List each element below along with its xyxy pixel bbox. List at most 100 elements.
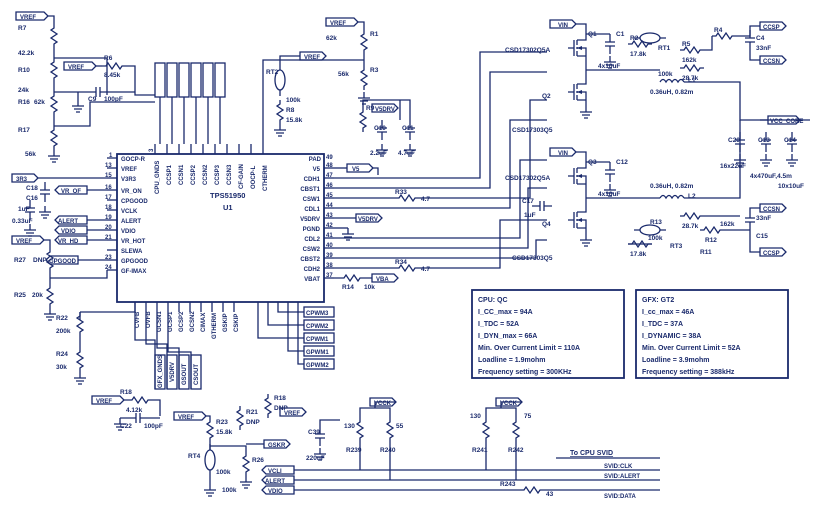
svg-text:VR_HOT: VR_HOT	[121, 239, 146, 245]
svg-text:130: 130	[344, 423, 355, 430]
svg-text:56k: 56k	[25, 151, 36, 158]
svg-text:ALERT: ALERT	[265, 479, 285, 485]
svg-text:C11: C11	[402, 125, 414, 132]
svg-text:4x10uF: 4x10uF	[598, 191, 620, 198]
svg-text:VREF: VREF	[178, 415, 194, 421]
svg-text:V3R3: V3R3	[121, 177, 137, 183]
svg-text:R10: R10	[18, 67, 30, 74]
svg-text:V5: V5	[313, 167, 321, 173]
svg-text:CSD17302Q5A: CSD17302Q5A	[505, 175, 550, 182]
svg-text:13: 13	[105, 163, 112, 169]
svg-text:CPWM2: CPWM2	[306, 324, 329, 330]
svg-text:CCSN2: CCSN2	[203, 164, 209, 185]
svg-text:R23: R23	[216, 419, 228, 426]
svg-text:C17: C17	[522, 198, 534, 205]
svg-text:V5DRV: V5DRV	[300, 217, 320, 223]
svg-text:162k: 162k	[682, 57, 697, 64]
svg-text:4x10uF: 4x10uF	[598, 63, 620, 70]
svg-text:46: 46	[326, 183, 333, 189]
svg-text:PGND: PGND	[303, 227, 321, 233]
svg-text:CCSN3: CCSN3	[227, 164, 233, 185]
svg-text:15.8k: 15.8k	[286, 117, 303, 124]
svg-text:GSKIP: GSKIP	[223, 313, 229, 332]
svg-text:VIN: VIN	[558, 23, 568, 29]
svg-text:30k: 30k	[56, 364, 67, 371]
svg-text:GCSP2: GCSP2	[179, 311, 185, 332]
svg-text:CSD17303Q5: CSD17303Q5	[512, 127, 553, 134]
svg-text:Min. Over Current Limit = 110A: Min. Over Current Limit = 110A	[478, 345, 580, 352]
svg-text:PAD: PAD	[309, 157, 322, 163]
svg-text:C14: C14	[784, 137, 796, 144]
svg-text:C20: C20	[728, 137, 740, 144]
svg-text:CIMAX: CIMAX	[201, 313, 207, 332]
svg-text:55: 55	[396, 423, 404, 430]
svg-text:R26: R26	[252, 457, 264, 464]
svg-text:R27: R27	[14, 257, 26, 264]
svg-text:16x22uF: 16x22uF	[720, 163, 746, 170]
svg-text:C18: C18	[26, 185, 38, 192]
left-pins: GOCP-R VREF V3R3 VR_ON CPGOOD VCLK ALERT…	[105, 153, 149, 275]
svg-text:R22: R22	[56, 315, 68, 322]
svg-text:40: 40	[326, 243, 333, 249]
svg-text:ALERT: ALERT	[121, 219, 141, 225]
svg-text:R4: R4	[714, 27, 723, 34]
svg-text:I_DYN_max = 66A: I_DYN_max = 66A	[478, 333, 537, 340]
svg-text:SVID:DATA: SVID:DATA	[604, 494, 636, 500]
svg-text:VREF: VREF	[16, 239, 32, 245]
svg-text:I_cc_max = 46A: I_cc_max = 46A	[642, 309, 694, 316]
svg-text:220nF: 220nF	[306, 455, 325, 462]
svg-text:CCSP3: CCSP3	[215, 164, 221, 185]
svg-text:44: 44	[326, 203, 333, 209]
svg-text:RT4: RT4	[188, 453, 201, 460]
svg-text:R12: R12	[705, 237, 717, 244]
svg-text:CF-GAIN: CF-GAIN	[239, 164, 245, 189]
svg-text:17.8k: 17.8k	[630, 251, 647, 258]
svg-text:42: 42	[326, 223, 333, 229]
svg-text:GPGOOD: GPGOOD	[121, 259, 149, 265]
svg-text:RT1: RT1	[658, 45, 671, 52]
svg-text:62k: 62k	[34, 99, 45, 106]
svg-text:CVFB: CVFB	[135, 311, 141, 328]
svg-text:VREF: VREF	[121, 167, 137, 173]
svg-text:V5: V5	[352, 167, 360, 173]
svg-text:R11: R11	[700, 249, 712, 256]
svg-text:DNP: DNP	[274, 405, 288, 412]
svg-text:CCSN: CCSN	[763, 207, 780, 213]
svg-text:RT2: RT2	[266, 69, 279, 76]
svg-text:Q4: Q4	[542, 221, 551, 228]
svg-text:VREF: VREF	[96, 399, 112, 405]
svg-text:R16: R16	[18, 99, 30, 106]
svg-text:VCLI: VCLI	[268, 469, 282, 475]
svg-text:20k: 20k	[32, 292, 43, 299]
svg-text:CTHERM: CTHERM	[263, 165, 269, 191]
gfx-spec-title: GFX: GT2	[642, 297, 674, 304]
svg-text:CCSP: CCSP	[763, 25, 780, 31]
svg-text:CPWM3: CPWM3	[306, 311, 329, 317]
svg-text:R13: R13	[650, 219, 662, 226]
svg-text:OOCP-L: OOCP-L	[251, 165, 257, 189]
svg-text:CSOUT: CSOUT	[194, 364, 200, 385]
svg-text:38: 38	[326, 263, 333, 269]
svg-text:0.36uH, 0.82m: 0.36uH, 0.82m	[650, 89, 694, 96]
svg-text:VR_OF: VR_OF	[61, 189, 81, 195]
svg-text:R17: R17	[18, 127, 30, 134]
svg-text:V5DRV: V5DRV	[375, 107, 395, 113]
schematic-diagram: TPS51950 U1 GOCP-R VREF V3R3 VR_ON CPGOO…	[0, 0, 821, 512]
power-phase-1: VIN Q1 CSD17302Q5A C14x10uF Q2 CSD17303Q…	[505, 20, 810, 190]
svg-text:ALERT: ALERT	[58, 219, 78, 225]
svg-text:VR_HD: VR_HD	[58, 239, 79, 245]
cpu-spec-title: CPU: QC	[478, 297, 508, 304]
svg-text:L1: L1	[688, 77, 696, 84]
svg-text:162k: 162k	[720, 221, 735, 228]
svg-text:C10: C10	[374, 125, 386, 132]
top-pins: CPU_GNDS CCSP1 CCSN1 CCSP2 CCSN2 CCSP3 C…	[149, 144, 269, 194]
svg-text:VREF: VREF	[330, 21, 346, 27]
svg-text:SVID:CLK: SVID:CLK	[604, 464, 633, 470]
svg-text:24k: 24k	[18, 87, 29, 94]
svg-text:100k: 100k	[222, 487, 237, 494]
svg-text:62k: 62k	[326, 35, 337, 42]
svg-text:R243: R243	[500, 481, 516, 488]
svg-text:Q2: Q2	[542, 93, 551, 100]
svg-text:I_TDC = 37A: I_TDC = 37A	[642, 321, 683, 328]
svg-text:Min. Over Current Limit = 52A: Min. Over Current Limit = 52A	[642, 345, 741, 352]
